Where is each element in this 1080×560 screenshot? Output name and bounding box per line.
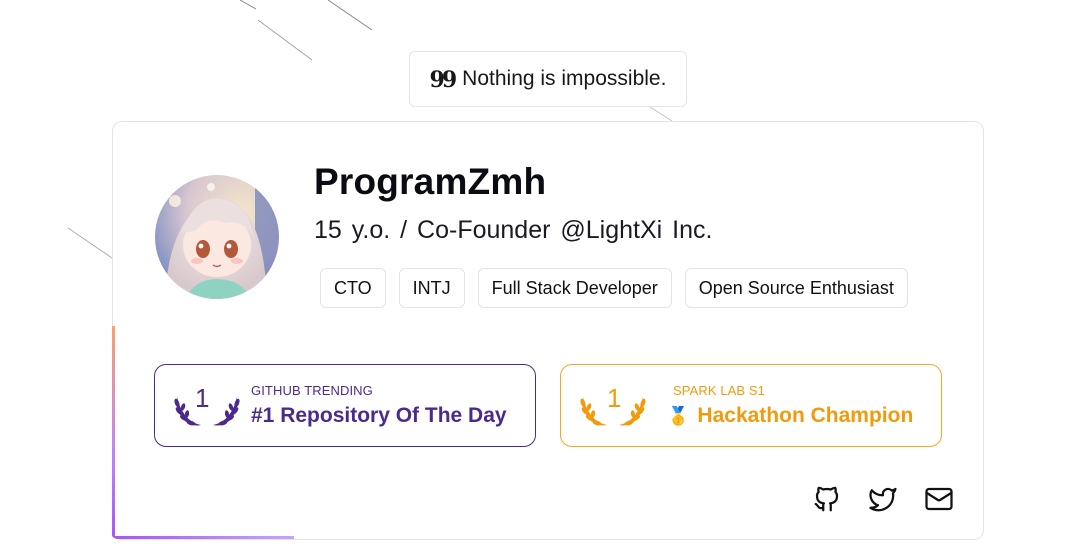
card-accent-bottom xyxy=(114,536,294,539)
avatar xyxy=(155,175,279,299)
profile-name: ProgramZmh xyxy=(314,161,547,202)
award-label: SPARK LAB S1 xyxy=(673,383,766,398)
twitter-icon[interactable] xyxy=(866,482,900,516)
tag-cto: CTO xyxy=(320,268,386,308)
profile-page: 99 Nothing is impossible. ProgramZmh 15 … xyxy=(0,0,1080,560)
mail-icon[interactable] xyxy=(922,482,956,516)
medal-icon: 🥇 xyxy=(667,406,690,426)
award-rank: 1 xyxy=(195,383,210,413)
quote-bubble: 99 Nothing is impossible. xyxy=(409,51,687,107)
tag-intj: INTJ xyxy=(398,268,465,308)
award-label: GITHUB TRENDING xyxy=(251,383,373,398)
github-icon[interactable] xyxy=(810,482,844,516)
award-rank: 1 xyxy=(607,383,622,413)
card-accent-left xyxy=(112,326,115,538)
tag-full-stack: Full Stack Developer xyxy=(477,268,672,308)
award-title: #1 Repository Of The Day xyxy=(251,404,507,427)
award-github-trending: 1 GITHUB TRENDING #1 Repository Of The D… xyxy=(154,364,536,447)
award-title-text: Hackathon Champion xyxy=(697,404,914,427)
profile-subtitle: 15 y.o. / Co-Founder @LightXi Inc. xyxy=(314,216,713,244)
quote-icon: 99 xyxy=(429,67,458,93)
award-spark-lab: 1 SPARK LAB S1 🥇 Hackathon Champion xyxy=(560,364,942,447)
tag-open-source: Open Source Enthusiast xyxy=(684,268,908,308)
quote-text: Nothing is impossible. xyxy=(462,67,667,90)
award-title: 🥇 Hackathon Champion xyxy=(667,404,913,428)
tag-list: CTO INTJ Full Stack Developer Open Sourc… xyxy=(320,268,908,308)
